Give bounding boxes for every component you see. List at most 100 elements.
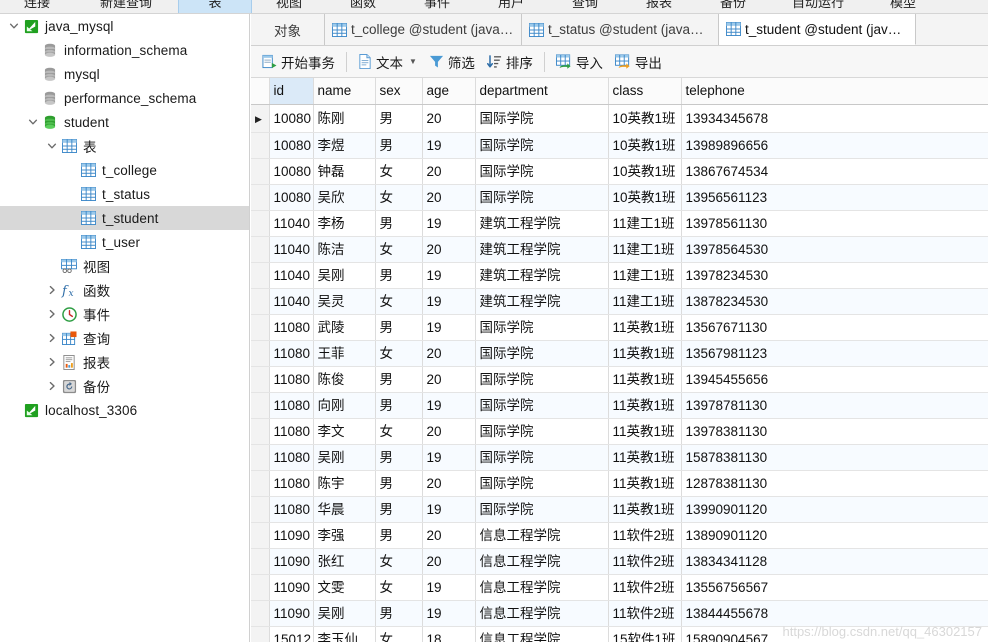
- cell-age[interactable]: 19: [422, 496, 476, 523]
- cell-name[interactable]: 武陵: [313, 314, 376, 341]
- cell-sex[interactable]: 男: [375, 314, 423, 341]
- tree-item-information_schema[interactable]: information_schema: [0, 38, 249, 62]
- chevron-right-icon[interactable]: [44, 326, 60, 350]
- tree-item-[interactable]: f x 函数: [0, 278, 249, 302]
- cell-telephone[interactable]: 13990901120: [681, 496, 988, 523]
- cell-class[interactable]: 11英教1班: [608, 470, 682, 497]
- cell-name[interactable]: 张红: [313, 548, 376, 575]
- cell-department[interactable]: 建筑工程学院: [475, 236, 609, 263]
- cell-age[interactable]: 20: [422, 418, 476, 445]
- tree-item-[interactable]: 视图: [0, 254, 249, 278]
- column-header-department[interactable]: department: [475, 78, 609, 105]
- cell-telephone[interactable]: 13867674534: [681, 158, 988, 185]
- cell-id[interactable]: 10080: [269, 184, 314, 211]
- tree-item-[interactable]: 备份: [0, 374, 249, 398]
- cell-age[interactable]: 20: [422, 340, 476, 367]
- cell-id[interactable]: 10080: [269, 104, 314, 133]
- cell-sex[interactable]: 男: [375, 132, 423, 159]
- cell-sex[interactable]: 女: [375, 626, 423, 642]
- table-row[interactable]: 11090 李强 男 20 信息工程学院 11软件2班 13890901120: [251, 522, 988, 549]
- action-import[interactable]: 导入: [550, 49, 609, 75]
- row-marker[interactable]: [251, 262, 270, 289]
- row-marker[interactable]: [251, 626, 270, 642]
- tree-item-performance_schema[interactable]: performance_schema: [0, 86, 249, 110]
- cell-name[interactable]: 陈宇: [313, 470, 376, 497]
- toolbar-button-7[interactable]: 查询: [548, 0, 622, 13]
- cell-name[interactable]: 吴刚: [313, 262, 376, 289]
- row-marker[interactable]: [251, 184, 270, 211]
- row-marker[interactable]: [251, 288, 270, 315]
- cell-telephone[interactable]: 13567981123: [681, 340, 988, 367]
- cell-telephone[interactable]: 13567671130: [681, 314, 988, 341]
- cell-class[interactable]: 11英教1班: [608, 444, 682, 471]
- chevron-right-icon[interactable]: [44, 350, 60, 374]
- row-marker[interactable]: [251, 600, 270, 627]
- action-transaction[interactable]: 开始事务: [256, 49, 341, 75]
- cell-name[interactable]: 吴灵: [313, 288, 376, 315]
- cell-age[interactable]: 19: [422, 132, 476, 159]
- cell-class[interactable]: 11英教1班: [608, 496, 682, 523]
- cell-age[interactable]: 19: [422, 210, 476, 237]
- cell-name[interactable]: 向刚: [313, 392, 376, 419]
- grid-action-toolbar[interactable]: 开始事务 文本 ▼ 筛选 排序 导入 导出: [251, 46, 988, 78]
- table-row[interactable]: ▶ 10080 陈刚 男 20 国际学院 10英教1班 13934345678: [251, 104, 988, 133]
- cell-age[interactable]: 19: [422, 392, 476, 419]
- cell-age[interactable]: 19: [422, 444, 476, 471]
- cell-class[interactable]: 11英教1班: [608, 418, 682, 445]
- row-marker[interactable]: ▶: [251, 104, 270, 133]
- cell-age[interactable]: 19: [422, 600, 476, 627]
- cell-telephone[interactable]: 13934345678: [681, 104, 988, 133]
- toolbar-button-9[interactable]: 备份: [696, 0, 770, 13]
- cell-id[interactable]: 11090: [269, 574, 314, 601]
- table-row[interactable]: 10080 钟磊 女 20 国际学院 10英教1班 13867674534: [251, 158, 988, 185]
- cell-age[interactable]: 20: [422, 158, 476, 185]
- row-marker[interactable]: [251, 132, 270, 159]
- action-export[interactable]: 导出: [609, 49, 668, 75]
- table-row[interactable]: 11090 文雯 女 19 信息工程学院 11软件2班 13556756567: [251, 574, 988, 601]
- cell-class[interactable]: 11软件2班: [608, 574, 682, 601]
- cell-department[interactable]: 信息工程学院: [475, 600, 609, 627]
- cell-name[interactable]: 钟磊: [313, 158, 376, 185]
- cell-telephone[interactable]: 15878381130: [681, 444, 988, 471]
- data-grid[interactable]: id name sex age department class telephone ▶ 10…: [251, 78, 988, 642]
- cell-name[interactable]: 李煜: [313, 132, 376, 159]
- column-header-name[interactable]: name: [313, 78, 376, 105]
- column-header-sex[interactable]: sex: [375, 78, 423, 105]
- row-marker[interactable]: [251, 522, 270, 549]
- cell-age[interactable]: 19: [422, 288, 476, 315]
- row-marker[interactable]: [251, 392, 270, 419]
- cell-id[interactable]: 11080: [269, 418, 314, 445]
- cell-name[interactable]: 陈刚: [313, 104, 376, 133]
- row-marker[interactable]: [251, 314, 270, 341]
- cell-name[interactable]: 李杨: [313, 210, 376, 237]
- action-sort[interactable]: 排序: [481, 49, 539, 75]
- cell-id[interactable]: 15012: [269, 626, 314, 642]
- cell-sex[interactable]: 男: [375, 392, 423, 419]
- chevron-down-icon[interactable]: [25, 110, 41, 134]
- document-tab-2[interactable]: t_student @student (java_my...: [719, 14, 916, 45]
- object-tree-sidebar[interactable]: java_mysql information_schema mysql perform…: [0, 14, 250, 642]
- cell-department[interactable]: 信息工程学院: [475, 522, 609, 549]
- tree-item-localhost_3306[interactable]: localhost_3306: [0, 398, 249, 422]
- cell-name[interactable]: 李强: [313, 522, 376, 549]
- row-marker[interactable]: [251, 548, 270, 575]
- cell-id[interactable]: 11080: [269, 314, 314, 341]
- cell-id[interactable]: 11090: [269, 600, 314, 627]
- cell-id[interactable]: 11080: [269, 496, 314, 523]
- column-header-class[interactable]: class: [608, 78, 682, 105]
- tree-item-t_college[interactable]: t_college: [0, 158, 249, 182]
- row-marker[interactable]: [251, 210, 270, 237]
- table-row[interactable]: 11080 王菲 女 20 国际学院 11英教1班 13567981123: [251, 340, 988, 367]
- chevron-right-icon[interactable]: [44, 374, 60, 398]
- row-marker[interactable]: [251, 444, 270, 471]
- cell-class[interactable]: 11建工1班: [608, 210, 682, 237]
- tree-item-java_mysql[interactable]: java_mysql: [0, 14, 249, 38]
- cell-sex[interactable]: 女: [375, 158, 423, 185]
- table-row[interactable]: 15012 李玉仙 女 18 信息工程学院 15软件1班 15890904567: [251, 626, 988, 642]
- cell-department[interactable]: 国际学院: [475, 470, 609, 497]
- toolbar-button-3[interactable]: 视图: [252, 0, 326, 13]
- action-text[interactable]: 文本 ▼: [352, 49, 423, 75]
- table-row[interactable]: 10080 吴欣 女 20 国际学院 10英教1班 13956561123: [251, 184, 988, 211]
- cell-department[interactable]: 信息工程学院: [475, 626, 609, 642]
- cell-id[interactable]: 11040: [269, 210, 314, 237]
